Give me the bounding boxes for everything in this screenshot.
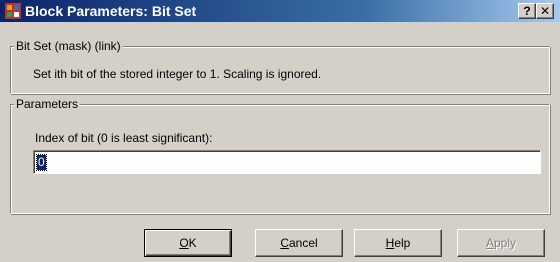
apply-button[interactable]: Apply	[457, 229, 545, 257]
help-label: elp	[394, 236, 411, 250]
mask-description: Set ith bit of the stored integer to 1. …	[33, 67, 322, 81]
cancel-label: ancel	[288, 236, 318, 250]
cancel-button[interactable]: Cancel	[255, 229, 343, 257]
mask-group-legend: Bit Set (mask) (link)	[14, 39, 123, 53]
help-button[interactable]: Help	[354, 229, 442, 257]
ok-accel: O	[179, 236, 189, 250]
bit-index-label: Index of bit (0 is least significant):	[35, 131, 213, 145]
apply-label: pply	[494, 236, 517, 250]
window-title: Block Parameters: Bit Set	[25, 3, 197, 19]
title-bar[interactable]: Block Parameters: Bit Set ? ✕	[0, 0, 560, 22]
bit-index-value: 0	[36, 154, 47, 171]
ok-label: K	[188, 236, 197, 250]
close-icon[interactable]: ✕	[536, 3, 554, 19]
cancel-accel: C	[280, 236, 289, 250]
apply-accel: A	[485, 236, 494, 250]
block-parameters-dialog: Block Parameters: Bit Set ? ✕ Bit Set (m…	[0, 0, 560, 262]
ok-button[interactable]: OK	[144, 229, 232, 257]
question-mark-icon[interactable]: ?	[518, 3, 536, 19]
parameters-group-legend: Parameters	[14, 97, 81, 111]
simulink-block-icon	[5, 3, 21, 19]
bit-index-input[interactable]: 0	[33, 150, 541, 174]
